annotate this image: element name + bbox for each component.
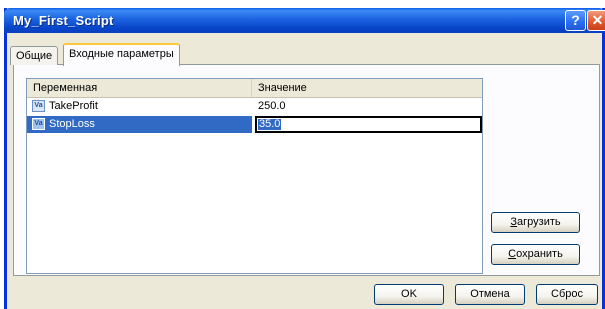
save-label: охранить — [516, 248, 563, 260]
save-accelerator: С — [508, 248, 517, 260]
variable-name: TakeProfit — [49, 100, 98, 112]
table-row[interactable]: Va StopLoss 35.0 — [27, 116, 482, 133]
reset-button[interactable]: Сброс — [536, 284, 598, 305]
window-title: My_First_Script — [13, 13, 114, 28]
tab-general[interactable]: Общие — [10, 46, 59, 65]
parameters-grid[interactable]: Переменная Значение Va TakeProfit 250.0 … — [26, 78, 483, 274]
variable-icon: Va — [32, 100, 45, 112]
title-bar[interactable]: My_First_Script ? ✕ — [4, 8, 605, 33]
variable-value[interactable]: 250.0 — [258, 98, 286, 115]
save-button[interactable]: Сохранить — [491, 244, 580, 265]
table-row[interactable]: Va TakeProfit 250.0 — [27, 98, 482, 115]
variable-name: StopLoss — [49, 118, 95, 130]
tab-input-parameters[interactable]: Входные параметры — [63, 43, 180, 66]
load-button[interactable]: Загрузить — [491, 212, 580, 233]
variable-icon: Va — [32, 118, 45, 130]
value-edit-text: 35.0 — [258, 118, 282, 130]
help-button[interactable]: ? — [565, 10, 586, 31]
cancel-button[interactable]: Отмена — [455, 284, 525, 305]
column-header-value[interactable]: Значение — [252, 79, 482, 97]
value-edit-field[interactable]: 35.0 — [255, 116, 482, 133]
close-button[interactable]: ✕ — [587, 10, 605, 31]
load-label: агрузить — [517, 216, 561, 228]
grid-header: Переменная Значение — [27, 79, 482, 98]
column-header-variable[interactable]: Переменная — [27, 79, 252, 97]
ok-button[interactable]: OK — [374, 284, 444, 305]
